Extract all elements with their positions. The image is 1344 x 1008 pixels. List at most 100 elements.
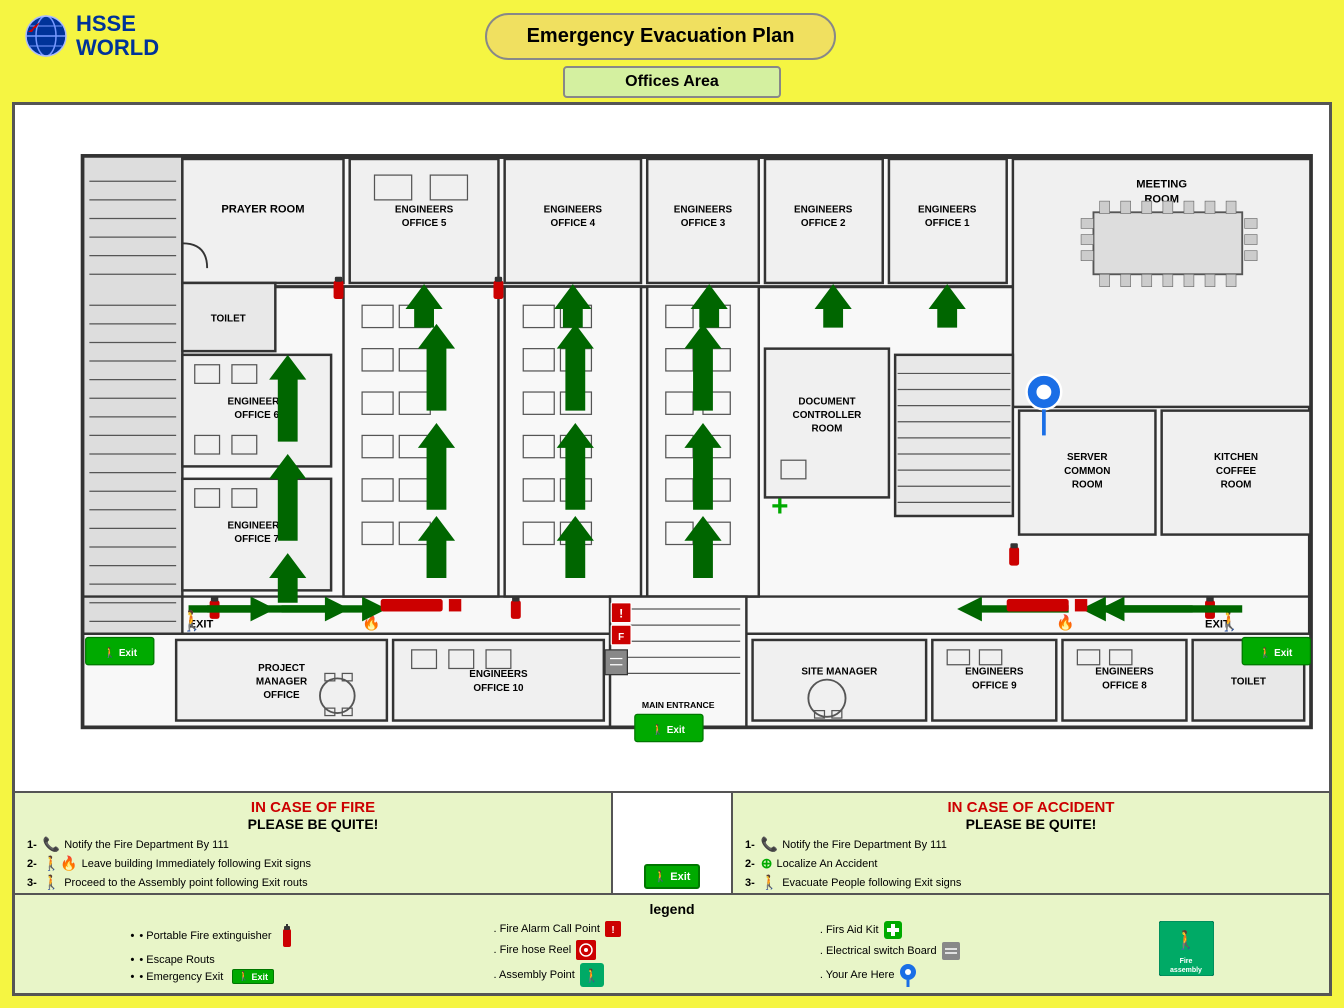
sub-title: Offices Area (563, 66, 781, 98)
electrical-board-icon (942, 942, 960, 960)
legend-columns: • • Portable Fire extinguisher • • Escap… (31, 921, 1313, 987)
main-title: Emergency Evacuation Plan (485, 13, 837, 60)
fire-step-2: 2- 🚶🔥 Leave building Immediately followi… (27, 855, 599, 872)
legend-section: legend • • Portable Fire extinguisher (15, 893, 1329, 993)
legend-assembly: . Assembly Point 🚶 (494, 963, 621, 987)
svg-text:Fire: Fire (1179, 958, 1192, 965)
page-container: HSSE WORLD Emergency Evacuation Plan Off… (0, 0, 1344, 1008)
svg-text:F: F (618, 632, 624, 643)
svg-text:ENGINEERS: ENGINEERS (228, 397, 287, 408)
accident-instructions: IN CASE Of ACCIDENT PLEASE BE QUITE! 1- … (733, 793, 1329, 893)
accident-step-2: 2- ⊕ Localize An Accident (745, 855, 1317, 872)
legend-col-left: • • Portable Fire extinguisher • • Escap… (130, 921, 294, 987)
main-card: PRAYER ROOM TOILET ENGINEERS OFFICE 5 EN… (12, 102, 1332, 996)
svg-text:!: ! (611, 925, 614, 936)
svg-text:!: ! (619, 607, 623, 621)
svg-text:PRAYER ROOM: PRAYER ROOM (221, 204, 304, 216)
svg-text:TOILET: TOILET (1231, 677, 1266, 688)
svg-text:+: + (771, 490, 788, 523)
phone-icon-a1: 📞 (761, 836, 778, 853)
bottom-section: IN CASE Of FIRE PLEASE BE QUITE! 1- 📞 No… (15, 791, 1329, 993)
svg-text:ENGINEERS: ENGINEERS (544, 205, 603, 216)
svg-text:OFFICE 4: OFFICE 4 (551, 218, 596, 229)
fire-title: IN CASE Of FIRE (27, 799, 599, 816)
center-exit: 🚶 Exit (613, 793, 733, 893)
svg-text:CONTROLLER: CONTROLLER (793, 410, 862, 421)
assembly-corner-sign: 🚶 Fire assembly (1159, 921, 1214, 976)
svg-text:🚶 Exit: 🚶 Exit (652, 724, 686, 736)
svg-text:MANAGER: MANAGER (256, 677, 307, 688)
assembly-icon-3: 🚶 (43, 874, 60, 891)
first-aid-icon (884, 921, 902, 939)
svg-text:🚶 Exit: 🚶 Exit (1259, 647, 1293, 659)
svg-text:OFFICE 3: OFFICE 3 (681, 218, 726, 229)
svg-text:ENGINEERS: ENGINEERS (395, 205, 454, 216)
svg-text:OFFICE 9: OFFICE 9 (972, 681, 1017, 692)
instructions-row: IN CASE Of FIRE PLEASE BE QUITE! 1- 📞 No… (15, 793, 1329, 893)
svg-text:OFFICE 1: OFFICE 1 (925, 218, 970, 229)
accident-step-3: 3- 🚶 Evacuate People following Exit sign… (745, 874, 1317, 891)
svg-text:🚶: 🚶 (180, 610, 205, 633)
fire-step-3: 3- 🚶 Proceed to the Assembly point follo… (27, 874, 599, 891)
svg-text:COFFEE: COFFEE (1216, 466, 1257, 477)
person-icon-a3: 🚶 (761, 874, 778, 891)
svg-text:DOCUMENT: DOCUMENT (798, 397, 855, 408)
plus-icon-a2: ⊕ (761, 855, 773, 872)
fire-instructions: IN CASE Of FIRE PLEASE BE QUITE! 1- 📞 No… (15, 793, 613, 893)
svg-text:ENGINEERS: ENGINEERS (1095, 667, 1154, 678)
legend-fire-ext: • • Portable Fire extinguisher (130, 921, 294, 951)
svg-text:OFFICE 2: OFFICE 2 (801, 218, 846, 229)
svg-text:MEETING: MEETING (1136, 179, 1187, 191)
svg-text:PROJECT: PROJECT (258, 663, 305, 674)
legend-col-right: . Firs Aid Kit . Electrical switch Board (820, 921, 960, 987)
assembly-corner: 🚶 Fire assembly (1159, 921, 1214, 987)
legend-escape: • • Escape Routs (130, 954, 294, 966)
floor-plan-svg: PRAYER ROOM TOILET ENGINEERS OFFICE 5 EN… (15, 105, 1329, 791)
svg-text:🚶 Exit: 🚶 Exit (104, 647, 138, 659)
svg-text:ENGINEERS: ENGINEERS (965, 667, 1024, 678)
svg-text:ENGINEERS: ENGINEERS (794, 205, 853, 216)
legend-fire-hose: . Fire hose Reel (494, 940, 621, 960)
svg-text:MAIN ENTRANCE: MAIN ENTRANCE (642, 701, 715, 711)
logo-area: HSSE WORLD (22, 12, 159, 60)
svg-text:🚶: 🚶 (1217, 610, 1242, 633)
svg-text:ENGINEERS: ENGINEERS (469, 670, 528, 681)
svg-text:OFFICE 5: OFFICE 5 (402, 218, 447, 229)
logo-text: HSSE WORLD (76, 12, 159, 60)
svg-text:KITCHEN: KITCHEN (1214, 453, 1258, 464)
svg-text:SITE MANAGER: SITE MANAGER (801, 667, 877, 678)
svg-text:OFFICE 10: OFFICE 10 (473, 683, 524, 694)
svg-text:ENGINEERS: ENGINEERS (918, 205, 977, 216)
svg-text:TOILET: TOILET (211, 314, 246, 325)
running-person-icon: 🚶 (654, 870, 668, 883)
svg-text:assembly: assembly (1170, 967, 1202, 974)
accident-title: IN CASE Of ACCIDENT (745, 799, 1317, 816)
fire-extinguisher-icon (277, 921, 295, 951)
logo-globe-icon (22, 12, 70, 60)
svg-text:ENGINEERS: ENGINEERS (228, 521, 287, 532)
svg-text:ENGINEERS: ENGINEERS (674, 205, 733, 216)
assembly-point-icon: 🚶 (580, 963, 604, 987)
svg-text:OFFICE: OFFICE (263, 691, 300, 702)
header-row: HSSE WORLD Emergency Evacuation Plan (12, 12, 1332, 60)
fire-hose-icon (576, 940, 596, 960)
exit-person-icon: 🚶 (238, 971, 249, 982)
svg-text:OFFICE 7: OFFICE 7 (234, 534, 279, 545)
svg-text:COMMON: COMMON (1064, 466, 1110, 477)
phone-icon-1: 📞 (43, 836, 60, 853)
svg-text:ROOM: ROOM (1072, 480, 1103, 491)
legend-col-center: . Fire Alarm Call Point ! . Fire hose Re… (494, 921, 621, 987)
fire-subtitle: PLEASE BE QUITE! (27, 816, 599, 832)
svg-text:🚶: 🚶 (1174, 929, 1196, 950)
legend-fire-alarm: . Fire Alarm Call Point ! (494, 921, 621, 937)
legend-emergency-exit: • • Emergency Exit 🚶 Exit (130, 969, 294, 984)
svg-text:🚶: 🚶 (584, 968, 600, 983)
legend-first-aid: . Firs Aid Kit (820, 921, 960, 939)
accident-step-1: 1- 📞 Notify the Fire Department By 111 (745, 836, 1317, 853)
svg-text:ROOM: ROOM (1221, 480, 1252, 491)
exit-sign-legend: 🚶 Exit (232, 969, 274, 984)
svg-text:🔥: 🔥 (1056, 614, 1075, 632)
svg-text:SERVER: SERVER (1067, 453, 1108, 464)
floor-plan: PRAYER ROOM TOILET ENGINEERS OFFICE 5 EN… (15, 105, 1329, 791)
accident-subtitle: PLEASE BE QUITE! (745, 816, 1317, 832)
